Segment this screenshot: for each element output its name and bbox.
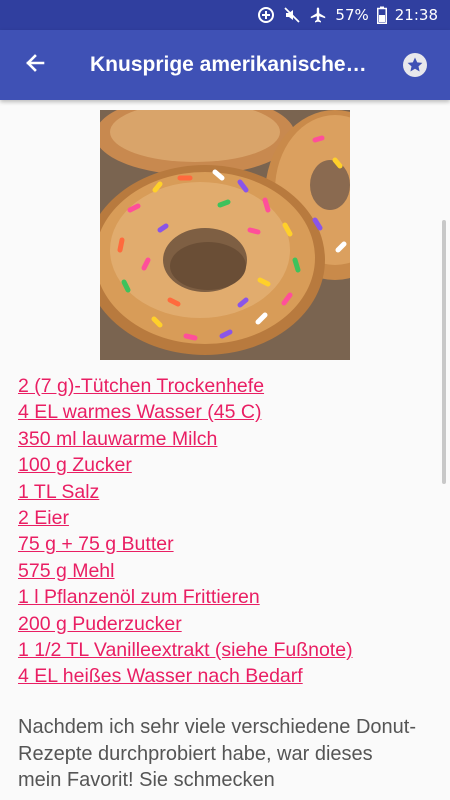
ingredient-item: 1 l Pflanzenöl zum Frittieren	[18, 584, 353, 610]
ingredient-link[interactable]: 4 EL heißes Wasser nach Bedarf	[18, 665, 303, 687]
clock: 21:38	[394, 6, 438, 24]
battery-icon	[376, 6, 387, 24]
ingredient-link[interactable]: 575 g Mehl	[18, 560, 114, 582]
status-bar: 57% 21:38	[0, 0, 450, 30]
ingredient-link[interactable]: 100 g Zucker	[18, 454, 132, 476]
data-saver-icon	[257, 6, 275, 24]
ingredient-link[interactable]: 200 g Puderzucker	[18, 613, 182, 635]
ingredient-link[interactable]: 2 Eier	[18, 507, 69, 529]
battery-percent: 57%	[335, 6, 369, 24]
ingredient-item: 1 1/2 TL Vanilleextrakt (siehe Fußnote)	[18, 637, 353, 663]
ingredient-item: 575 g Mehl	[18, 558, 353, 584]
ingredient-item: 100 g Zucker	[18, 452, 353, 478]
recipe-content[interactable]: 2 (7 g)-Tütchen Trockenhefe 4 EL warmes …	[0, 100, 450, 800]
ingredient-link[interactable]: 1 TL Salz	[18, 481, 99, 503]
back-button[interactable]	[0, 30, 70, 100]
ingredient-item: 4 EL heißes Wasser nach Bedarf	[18, 663, 353, 689]
mute-icon	[283, 6, 301, 24]
ingredient-item: 350 ml lauwarme Milch	[18, 426, 353, 452]
scrollbar[interactable]	[442, 220, 446, 484]
arrow-left-icon	[23, 51, 47, 79]
ingredient-link[interactable]: 1 l Pflanzenöl zum Frittieren	[18, 586, 260, 608]
airplane-icon	[309, 6, 327, 24]
ingredient-item: 2 Eier	[18, 505, 353, 531]
ingredient-item: 1 TL Salz	[18, 479, 353, 505]
recipe-image	[100, 110, 350, 360]
ingredient-link[interactable]: 2 (7 g)-Tütchen Trockenhefe	[18, 375, 264, 397]
star-icon	[402, 53, 428, 82]
ingredient-link[interactable]: 75 g + 75 g Butter	[18, 533, 174, 555]
ingredient-list: 2 (7 g)-Tütchen Trockenhefe 4 EL warmes …	[18, 373, 353, 690]
ingredient-link[interactable]: 350 ml lauwarme Milch	[18, 428, 217, 450]
page-title: Knusprige amerikanische Donuts	[90, 53, 370, 76]
recipe-description: Nachdem ich sehr viele verschiedene Donu…	[18, 716, 416, 791]
favorite-button[interactable]	[402, 52, 428, 78]
ingredient-item: 75 g + 75 g Butter	[18, 531, 353, 557]
ingredient-item: 200 g Puderzucker	[18, 611, 353, 637]
ingredient-item: 2 (7 g)-Tütchen Trockenhefe	[18, 373, 353, 399]
ingredient-link[interactable]: 4 EL warmes Wasser (45 C)	[18, 401, 261, 423]
ingredient-link[interactable]: 1 1/2 TL Vanilleextrakt (siehe Fußnote)	[18, 639, 353, 661]
app-bar: Knusprige amerikanische Donuts	[0, 30, 450, 100]
ingredient-item: 4 EL warmes Wasser (45 C)	[18, 399, 353, 425]
